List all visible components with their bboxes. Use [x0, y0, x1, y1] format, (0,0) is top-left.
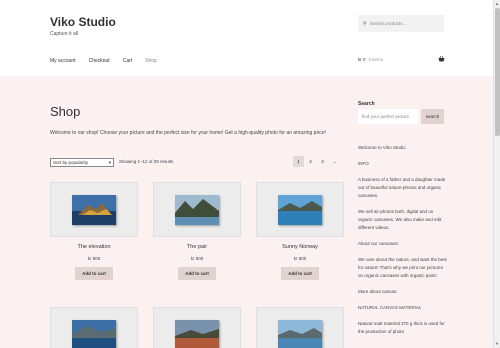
main-nav: My account Checkout Cart Shop [50, 58, 170, 64]
product-card: Sunny Norway kr 800 Add to cart [256, 182, 344, 280]
nav-my-account[interactable]: My account [50, 58, 76, 64]
sidebar-paragraph: We sell air-photos both, digital and on … [358, 209, 442, 230]
sidebar-paragraph: INFO [358, 161, 369, 166]
sidebar-paragraph: NATURAL CANVAS MATERIAL [358, 305, 422, 310]
page-3[interactable]: 3 [317, 156, 328, 167]
product-image[interactable] [50, 182, 138, 237]
product-price: kr 800 [87, 256, 101, 261]
product-image[interactable] [50, 307, 138, 348]
product-price: kr 800 [190, 256, 204, 261]
header-cart[interactable]: kr 0 0 items [358, 57, 383, 62]
sidebar-search-button[interactable]: search [421, 109, 444, 124]
product-photo [278, 194, 322, 225]
product-price: kr 800 [293, 256, 307, 261]
product-name[interactable]: The pair [153, 244, 241, 250]
product-name[interactable]: The elevation [50, 244, 138, 250]
basket-icon[interactable] [438, 56, 445, 62]
product-photo [175, 319, 219, 348]
product-photo [72, 319, 116, 348]
product-photo [72, 194, 116, 225]
sort-value: Sort by popularity [53, 160, 89, 165]
sidebar-paragraph: We care about the nature, and want the b… [358, 257, 447, 278]
pagination: 1 2 3 → [293, 156, 341, 167]
add-to-cart-button[interactable]: Add to cart [178, 267, 216, 280]
site-tagline: Capture it all [50, 31, 79, 37]
product-card: The pair kr 800 Add to cart [153, 182, 241, 280]
scroll-down-icon[interactable]: ▼ [495, 341, 499, 346]
sidebar-search-input[interactable]: find your perfect picture [358, 109, 418, 124]
nav-cart[interactable]: Cart [123, 58, 132, 64]
page-title: Shop [50, 104, 81, 119]
site-title[interactable]: Viko Studio [50, 15, 116, 29]
page-scrollbar[interactable]: ▲ ▼ [493, 0, 500, 348]
sort-select[interactable]: Sort by popularity ▾ [50, 158, 114, 167]
product-search-input[interactable]: ⚲ Search products… [358, 15, 444, 32]
sidebar-paragraph: More about canvas: [358, 289, 398, 294]
page-1[interactable]: 1 [293, 156, 304, 167]
product-photo [278, 319, 322, 348]
main-content: Shop Welcome to our shop! Choose your pi… [0, 76, 493, 348]
sidebar-paragraph: About our canvases: [358, 241, 400, 246]
cart-amount: kr 0 [358, 57, 366, 62]
sidebar-paragraph: Welcome to Viko Studio [358, 145, 406, 150]
chevron-down-icon: ▾ [108, 159, 111, 165]
product-name[interactable]: Sunny Norway [256, 244, 344, 250]
product-image[interactable] [153, 307, 241, 348]
search-icon: ⚲ [363, 20, 367, 27]
product-image[interactable] [256, 182, 344, 237]
sidebar-text: Welcome to Viko Studio INFO A business o… [358, 144, 448, 344]
next-page[interactable]: → [329, 156, 340, 167]
product-image[interactable] [153, 182, 241, 237]
sidebar-paragraph: A business of a father and a daughter ma… [358, 177, 446, 198]
product-card [256, 307, 344, 348]
product-card [50, 307, 138, 348]
scrollbar-thumb[interactable] [495, 8, 500, 136]
search-placeholder: Search products… [369, 21, 407, 26]
product-card [153, 307, 241, 348]
shop-intro: Welcome to our shop! Choose your picture… [50, 130, 326, 136]
product-card: The elevation kr 800 Add to cart [50, 182, 138, 280]
site-header: Viko Studio Capture it all ⚲ Search prod… [0, 0, 493, 76]
nav-shop[interactable]: Shop [145, 58, 157, 64]
sidebar-paragraph: Natural matt material 370 g thick is use… [358, 321, 445, 334]
sidebar-search-label: Search [358, 101, 375, 107]
page-2[interactable]: 2 [305, 156, 316, 167]
nav-checkout[interactable]: Checkout [89, 58, 110, 64]
product-photo [175, 194, 219, 225]
result-count: Showing 1–12 of 29 results [119, 159, 174, 164]
cart-items: 0 items [368, 57, 384, 62]
product-image[interactable] [256, 307, 344, 348]
scroll-up-icon[interactable]: ▲ [495, 1, 499, 6]
add-to-cart-button[interactable]: Add to cart [75, 267, 113, 280]
add-to-cart-button[interactable]: Add to cart [281, 267, 319, 280]
